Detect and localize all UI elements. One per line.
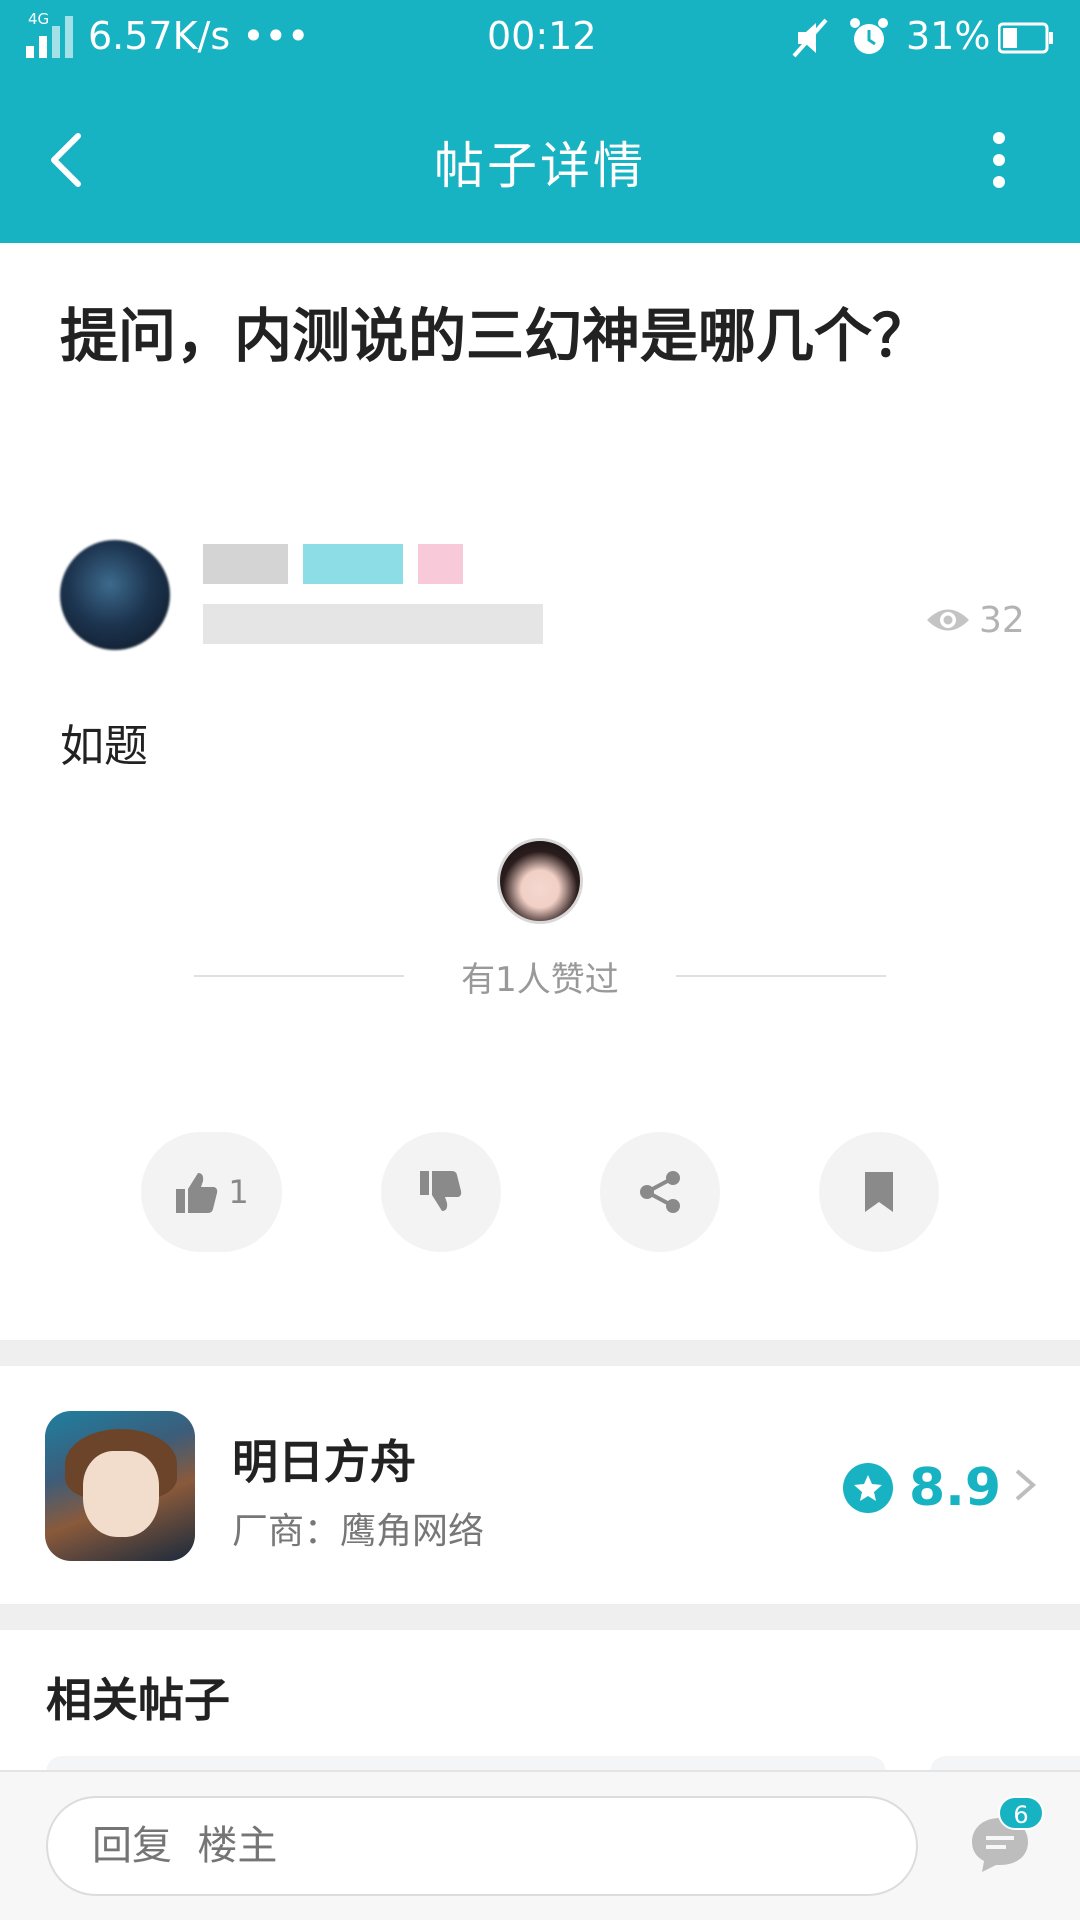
- liker-avatar[interactable]: [497, 838, 583, 924]
- signal-icon: [26, 16, 73, 58]
- game-icon[interactable]: [45, 1411, 195, 1561]
- chevron-right-icon[interactable]: [1013, 1467, 1037, 1503]
- author-avatar[interactable]: [60, 540, 170, 650]
- reply-bar: 6: [0, 1770, 1080, 1920]
- like-button[interactable]: 1: [141, 1132, 282, 1252]
- icon-art-face: [83, 1451, 159, 1537]
- network-speed: 6.57K/s •••: [88, 14, 310, 58]
- eye-icon: [927, 609, 969, 631]
- alarm-icon: [850, 18, 888, 54]
- post-meta-blurred: [203, 604, 543, 644]
- mute-icon: [792, 18, 828, 58]
- bookmark-button[interactable]: [819, 1132, 939, 1252]
- battery-icon: [998, 22, 1053, 54]
- thumbs-down-icon: [420, 1171, 462, 1211]
- post-title: 提问，内测说的三幻神是哪几个？: [60, 302, 931, 370]
- section-divider: [0, 1340, 1080, 1366]
- view-count: 32: [925, 598, 1025, 642]
- post-body: 如题: [60, 721, 148, 772]
- comment-count-badge: 6: [998, 1796, 1044, 1830]
- page-header: 帖子详情: [0, 78, 1080, 243]
- share-icon: [640, 1171, 680, 1213]
- star-icon: [843, 1463, 893, 1513]
- author-name-blurred[interactable]: [203, 540, 473, 590]
- thumbs-up-icon: [176, 1173, 218, 1213]
- status-time: 00:12: [487, 14, 597, 58]
- name-blur: [203, 544, 288, 584]
- game-developer: 厂商：鹰角网络: [232, 1511, 485, 1552]
- related-posts-title: 相关帖子: [46, 1673, 230, 1727]
- level-badge-blur: [303, 544, 403, 584]
- page-title: 帖子详情: [434, 137, 646, 195]
- battery-percent: 31%: [906, 14, 991, 58]
- view-count-value: 32: [979, 599, 1025, 641]
- rating-value: 8.9: [909, 1458, 1002, 1518]
- game-rating: 8.9: [843, 1458, 1001, 1518]
- bookmark-icon: [865, 1172, 893, 1212]
- like-count: 1: [228, 1173, 249, 1211]
- status-bar: 4G 6.57K/s ••• 00:12 31%: [0, 0, 1080, 78]
- liked-by-text[interactable]: 有1人赞过: [0, 952, 1080, 1001]
- gender-badge-blur: [418, 544, 463, 584]
- dislike-button[interactable]: [381, 1132, 501, 1252]
- more-options-icon[interactable]: [984, 130, 1014, 190]
- share-button[interactable]: [600, 1132, 720, 1252]
- game-name: 明日方舟: [232, 1435, 416, 1489]
- reply-input[interactable]: [46, 1796, 918, 1896]
- section-divider: [0, 1604, 1080, 1630]
- app-top-bar: 4G 6.57K/s ••• 00:12 31% 帖子详情: [0, 0, 1080, 243]
